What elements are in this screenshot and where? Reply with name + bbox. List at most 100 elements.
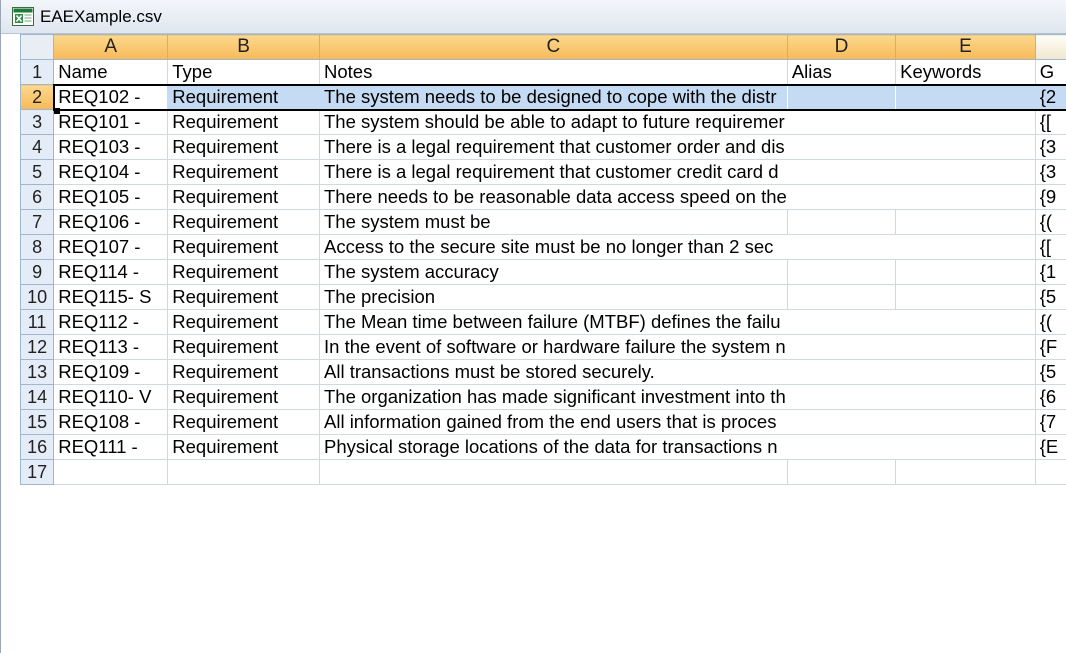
cell-keywords[interactable] <box>895 409 1036 435</box>
cell-name[interactable]: REQ101 - <box>53 109 169 135</box>
cell-type[interactable]: Requirement <box>167 134 320 160</box>
cell-type[interactable]: Requirement <box>167 84 320 110</box>
header-cell[interactable]: Name <box>53 59 169 85</box>
cell-notes[interactable]: All transactions must be stored securely… <box>319 359 788 385</box>
column-header-a[interactable]: A <box>53 34 169 60</box>
cell-name[interactable]: REQ105 - <box>53 184 169 210</box>
cell-name[interactable]: REQ106 - <box>53 209 169 235</box>
cell-type[interactable]: Requirement <box>167 384 320 410</box>
cell-alias[interactable] <box>786 284 897 310</box>
row-header[interactable]: 17 <box>19 459 55 485</box>
cell-type[interactable]: Requirement <box>167 234 320 260</box>
cell-name[interactable]: REQ108 - <box>53 409 169 435</box>
cell-keywords[interactable] <box>895 284 1036 310</box>
column-header-d[interactable]: D <box>786 34 897 60</box>
cell-name[interactable]: REQ104 - <box>53 159 169 185</box>
cell-column-f[interactable]: {3 <box>1034 159 1066 185</box>
column-header-f[interactable] <box>1034 34 1066 60</box>
row-header[interactable]: 16 <box>19 434 55 460</box>
cell-notes[interactable]: The system accuracy <box>319 259 788 285</box>
cell-type[interactable]: Requirement <box>167 309 320 335</box>
cell-notes[interactable]: There needs to be reasonable data access… <box>319 184 788 210</box>
cell-alias[interactable] <box>786 459 897 485</box>
cell-notes[interactable]: The precision <box>319 284 788 310</box>
cell-alias[interactable] <box>787 359 896 385</box>
cell-column-f[interactable]: {6 <box>1034 384 1066 410</box>
cell-alias[interactable] <box>787 184 896 210</box>
cell-keywords[interactable] <box>895 359 1036 385</box>
cell-type[interactable] <box>167 459 320 485</box>
cell-column-f[interactable]: {3 <box>1034 134 1066 160</box>
cell-keywords[interactable] <box>895 459 1036 485</box>
cell-notes[interactable]: The system needs to be designed to cope … <box>319 84 788 110</box>
cell-column-f[interactable]: {5 <box>1034 284 1066 310</box>
cell-type[interactable]: Requirement <box>167 284 320 310</box>
cell-alias[interactable] <box>787 134 896 160</box>
cell-column-f[interactable]: {[ <box>1034 234 1066 260</box>
cell-type[interactable]: Requirement <box>167 159 320 185</box>
cell-column-f[interactable]: {( <box>1034 309 1066 335</box>
cell-column-f[interactable]: {E <box>1034 434 1066 460</box>
cell-keywords[interactable] <box>895 234 1036 260</box>
row-header[interactable]: 14 <box>19 384 55 410</box>
cell-keywords[interactable] <box>895 209 1036 235</box>
cell-type[interactable]: Requirement <box>167 109 320 135</box>
row-header[interactable]: 15 <box>19 409 55 435</box>
cell-keywords[interactable] <box>895 84 1036 110</box>
cell-alias[interactable] <box>786 209 897 235</box>
cell-type[interactable]: Requirement <box>167 334 320 360</box>
row-header[interactable]: 13 <box>19 359 55 385</box>
column-header-e[interactable]: E <box>895 34 1036 60</box>
cell-alias[interactable] <box>787 159 896 185</box>
cell-alias[interactable] <box>787 409 896 435</box>
cell-notes[interactable]: The system should be able to adapt to fu… <box>319 109 788 135</box>
cell-notes[interactable]: The system must be <box>319 209 788 235</box>
cell-notes[interactable] <box>319 459 788 485</box>
cell-type[interactable]: Requirement <box>167 409 320 435</box>
row-header[interactable]: 11 <box>19 309 55 335</box>
cell-type[interactable]: Requirement <box>167 259 320 285</box>
cell-notes[interactable]: The organization has made significant in… <box>319 384 788 410</box>
row-header[interactable]: 3 <box>19 109 55 135</box>
cell-notes[interactable]: All information gained from the end user… <box>319 409 788 435</box>
cell-name[interactable]: REQ111 - <box>53 434 169 460</box>
row-header[interactable]: 6 <box>19 184 55 210</box>
cell-alias[interactable] <box>787 234 896 260</box>
cell-keywords[interactable] <box>895 434 1036 460</box>
row-header[interactable]: 5 <box>19 159 55 185</box>
cell-name[interactable]: REQ112 - <box>53 309 169 335</box>
cell-alias[interactable] <box>787 309 896 335</box>
cell-alias[interactable] <box>787 84 896 110</box>
cell-name[interactable]: REQ114 - <box>53 259 169 285</box>
cell-keywords[interactable] <box>895 334 1036 360</box>
cell-keywords[interactable] <box>895 384 1036 410</box>
cell-alias[interactable] <box>787 334 896 360</box>
cell-keywords[interactable] <box>895 309 1036 335</box>
header-cell[interactable]: Type <box>167 59 320 85</box>
cell-alias[interactable] <box>787 109 896 135</box>
cell-name[interactable] <box>53 459 169 485</box>
cell-name[interactable]: REQ113 - <box>53 334 169 360</box>
cell-alias[interactable] <box>787 434 896 460</box>
header-cell[interactable]: Notes <box>319 59 788 85</box>
row-header[interactable]: 7 <box>19 209 55 235</box>
header-cell[interactable]: Keywords <box>895 59 1036 85</box>
cell-notes[interactable]: There is a legal requirement that custom… <box>319 134 788 160</box>
cell-keywords[interactable] <box>895 159 1036 185</box>
column-header-b[interactable]: B <box>167 34 320 60</box>
cell-notes[interactable]: The Mean time between failure (MTBF) def… <box>319 309 788 335</box>
cell-type[interactable]: Requirement <box>167 359 320 385</box>
cell-name[interactable]: REQ107 - <box>53 234 169 260</box>
cell-column-f[interactable]: {9 <box>1034 184 1066 210</box>
cell-type[interactable]: Requirement <box>167 434 320 460</box>
cell-name[interactable]: REQ102 - <box>53 84 169 110</box>
cell-name[interactable]: REQ103 - <box>53 134 169 160</box>
cell-keywords[interactable] <box>895 184 1036 210</box>
cell-alias[interactable] <box>786 259 897 285</box>
column-header-c[interactable]: C <box>319 34 788 60</box>
row-header[interactable]: 4 <box>19 134 55 160</box>
cell-notes[interactable]: In the event of software or hardware fai… <box>319 334 788 360</box>
cell-notes[interactable]: Physical storage locations of the data f… <box>319 434 788 460</box>
row-header[interactable]: 9 <box>19 259 55 285</box>
cell-column-f[interactable]: {F <box>1034 334 1066 360</box>
